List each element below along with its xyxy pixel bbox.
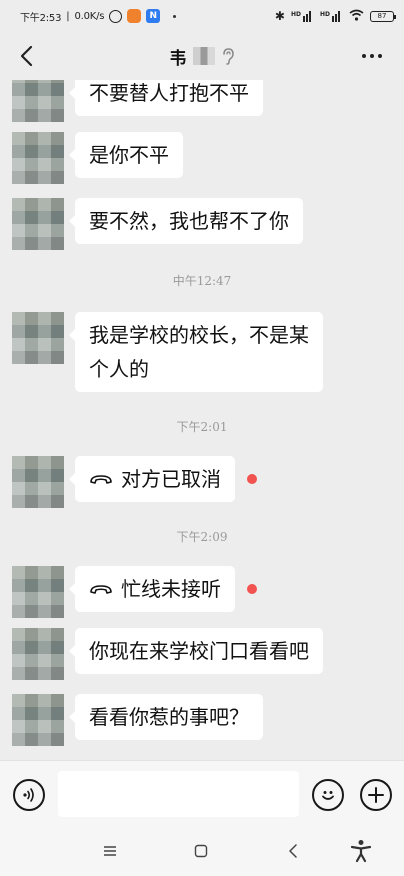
status-left: 下午2:53 | 0.0K/s N	[20, 9, 275, 24]
signal-icon: HD	[291, 10, 314, 22]
voice-icon	[23, 788, 34, 802]
voice-input-button[interactable]	[13, 779, 45, 811]
smiley-icon	[322, 791, 334, 800]
accessibility-button[interactable]	[348, 838, 374, 864]
timestamp: 下午2:09	[176, 530, 228, 544]
notification-app-icon	[127, 9, 142, 23]
nav-menu-button[interactable]	[97, 838, 123, 864]
message-row: 要不然，我也帮不了你	[12, 198, 303, 250]
phone-hangup-icon	[89, 473, 113, 485]
notification-n-icon: N	[146, 9, 161, 23]
chat-header: 韦	[0, 32, 404, 80]
timestamp: 下午2:01	[176, 420, 228, 434]
back-button[interactable]	[12, 42, 40, 70]
emoji-button[interactable]	[312, 779, 344, 811]
dot-icon	[362, 54, 366, 58]
bluetooth-icon: ✱	[274, 9, 285, 23]
timestamp: 中午12:47	[172, 274, 232, 288]
signal-2-icon: HD	[320, 10, 343, 22]
plus-icon	[368, 787, 384, 803]
alarm-icon	[109, 9, 123, 23]
status-time: 下午2:53	[20, 12, 62, 24]
call-record-bubble[interactable]: 忙线未接听	[69, 566, 235, 612]
message-bubble[interactable]: 不要替人打抱不平	[69, 80, 263, 116]
status-divider: |	[66, 10, 70, 22]
message-bubble[interactable]: 我是学校的校长，不是某 个人的	[69, 312, 323, 392]
message-row: 看看你惹的事吧？	[12, 694, 263, 746]
wifi-icon	[349, 9, 364, 24]
avatar[interactable]	[12, 628, 64, 680]
accessibility-icon	[350, 840, 372, 863]
message-bubble[interactable]: 要不然，我也帮不了你	[69, 198, 303, 244]
message-bubble[interactable]: 是你不平	[69, 132, 183, 178]
back-arrow-icon	[289, 844, 297, 858]
unread-dot	[247, 474, 257, 484]
dot-icon	[378, 54, 382, 58]
call-record-bubble[interactable]: 对方已取消	[69, 456, 235, 502]
unread-dot	[247, 584, 257, 594]
more-options-button[interactable]	[358, 46, 386, 66]
dot-icon	[370, 54, 374, 58]
battery-icon: 87	[370, 10, 396, 22]
message-row: 你现在来学校门口看看吧	[12, 628, 323, 680]
message-row: 对方已取消	[12, 456, 257, 508]
nav-home-button[interactable]	[188, 838, 214, 864]
phone-hangup-icon	[89, 583, 113, 595]
call-status-text: 对方已取消	[121, 467, 221, 491]
message-row: 我是学校的校长，不是某 个人的	[12, 312, 323, 392]
avatar[interactable]	[12, 132, 64, 184]
message-bubble[interactable]: 你现在来学校门口看看吧	[69, 628, 323, 674]
chat-title: 韦	[169, 48, 187, 69]
avatar[interactable]	[12, 312, 64, 364]
chevron-left-icon	[20, 45, 33, 67]
system-nav-bar	[0, 826, 404, 876]
title-redaction	[192, 47, 215, 65]
status-right: ✱ HD HD 87	[274, 9, 396, 24]
message-line: 我是学校的校长，不是某	[89, 323, 309, 347]
avatar[interactable]	[12, 566, 64, 618]
avatar[interactable]	[12, 198, 64, 250]
message-input[interactable]	[58, 771, 299, 817]
status-bar: 下午2:53 | 0.0K/s N ✱ HD HD 87	[0, 0, 404, 32]
message-bubble[interactable]: 看看你惹的事吧？	[69, 694, 263, 740]
avatar[interactable]	[12, 456, 64, 508]
avatar[interactable]	[12, 694, 64, 746]
message-row: 忙线未接听	[12, 566, 257, 618]
avatar[interactable]	[12, 80, 64, 122]
message-line: 个人的	[89, 357, 149, 381]
earpiece-mode-icon	[221, 47, 235, 65]
title-wrap: 韦	[170, 44, 235, 69]
input-bar	[0, 760, 404, 826]
home-square-icon	[194, 844, 208, 858]
call-status-text: 忙线未接听	[121, 577, 221, 601]
more-functions-button[interactable]	[360, 779, 392, 811]
network-speed: 0.0K/s	[74, 10, 105, 22]
menu-icon	[104, 846, 116, 856]
message-list[interactable]: 不要替人打抱不平 是你不平 要不然，我也帮不了你 中午12:47 我是学校的校长…	[0, 80, 404, 760]
message-row: 是你不平	[12, 132, 183, 184]
more-notifications-icon	[173, 14, 177, 18]
message-row: 不要替人打抱不平	[12, 80, 263, 122]
nav-back-button[interactable]	[280, 838, 306, 864]
